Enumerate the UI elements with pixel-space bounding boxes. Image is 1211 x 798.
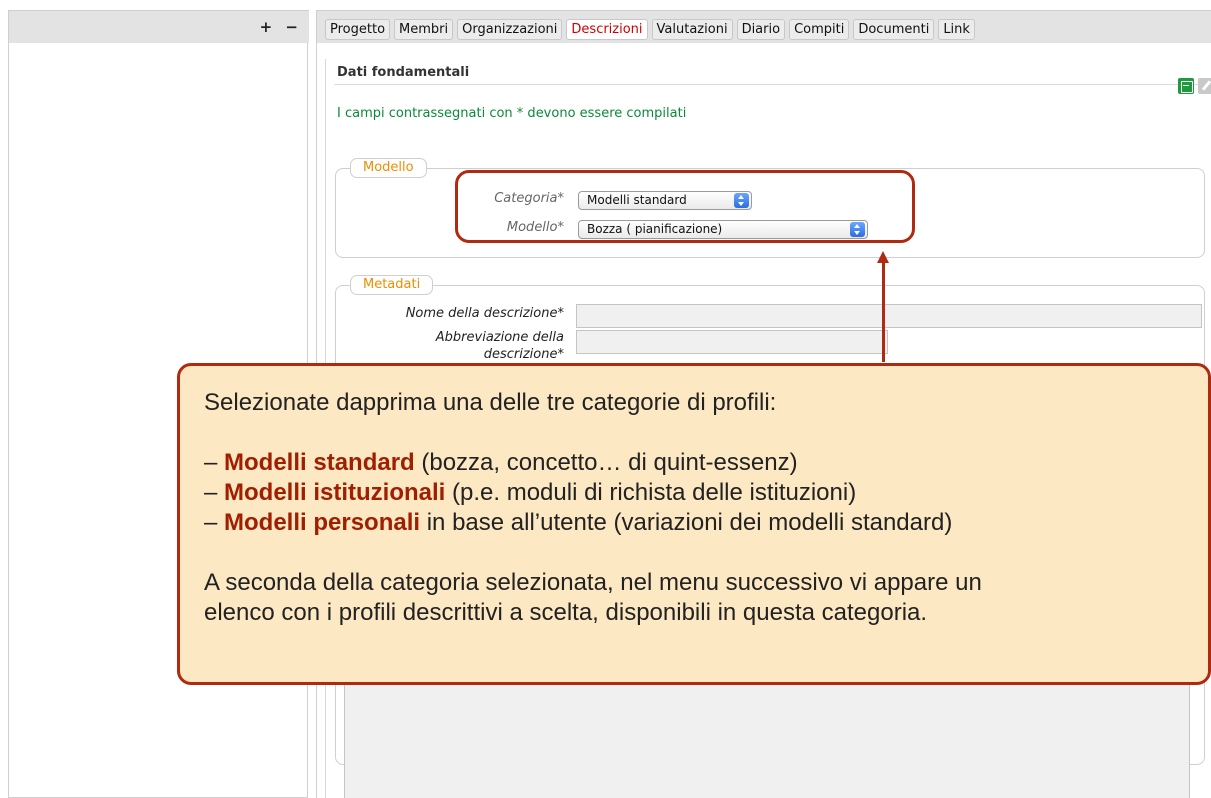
categoria-select[interactable]: Modelli standard	[578, 191, 752, 210]
metadati-legend: Metadati	[350, 275, 434, 295]
tab-organizzazioni[interactable]: Organizzazioni	[457, 19, 563, 40]
modello-select[interactable]: Bozza ( pianificazione)	[578, 220, 868, 239]
tab-diario[interactable]: Diario	[736, 19, 786, 40]
callout-item-text: (p.e. moduli di richista delle istituzio…	[445, 479, 857, 506]
expand-collapse-controls: + −	[254, 18, 299, 36]
divider	[334, 84, 1204, 85]
callout-spacer	[204, 418, 1208, 448]
callout-item-title: Modelli personali	[224, 509, 421, 536]
plus-button[interactable]: +	[260, 18, 274, 36]
tab-valutazioni[interactable]: Valutazioni	[651, 19, 733, 40]
callout-dash: –	[204, 479, 225, 506]
nome-descrizione-input[interactable]	[576, 304, 1202, 328]
callout-dash: –	[204, 449, 225, 476]
callout-outro-line-2: elenco con i profili descrittivi a scelt…	[204, 599, 928, 626]
tab-membri[interactable]: Membri	[394, 19, 454, 40]
save-icon[interactable]	[1178, 78, 1194, 94]
callout-item-title: Modelli istituzionali	[224, 479, 446, 506]
modello-select-value: Bozza ( pianificazione)	[587, 222, 723, 236]
tab-bar: Progetto Membri Organizzazioni Descrizio…	[317, 10, 1211, 43]
tab-link[interactable]: Link	[938, 19, 975, 40]
callout-intro: Selezionate dapprima una delle tre categ…	[204, 389, 777, 416]
callout-item-text: (bozza, concetto… di quint-essenz)	[414, 449, 798, 476]
required-fields-note: I campi contrassegnati con * devono esse…	[337, 106, 687, 121]
select-arrows-icon	[734, 193, 749, 208]
callout-item-istituzionali: – Modelli istituzionali (p.e. moduli di …	[204, 478, 1208, 508]
abbreviazione-label-line-2: descrizione*	[483, 347, 564, 362]
callout-spacer	[204, 538, 1208, 568]
categoria-label: Categoria*	[494, 191, 564, 206]
left-panel-header: + −	[9, 10, 309, 43]
abbreviazione-label-line-1: Abbreviazione della	[435, 330, 564, 345]
tab-progetto[interactable]: Progetto	[325, 19, 391, 40]
pencil-icon[interactable]	[1198, 78, 1211, 94]
callout-box: Selezionate dapprima una delle tre categ…	[177, 363, 1211, 685]
tab-list: Progetto Membri Organizzazioni Descrizio…	[325, 19, 975, 40]
callout-item-standard: – Modelli standard (bozza, concetto… di …	[204, 448, 1208, 478]
tab-compiti[interactable]: Compiti	[789, 19, 850, 40]
callout-item-personali: – Modelli personali in base all’utente (…	[204, 508, 1208, 538]
abbreviazione-input[interactable]	[576, 330, 888, 354]
callout-dash: –	[204, 509, 225, 536]
minus-button[interactable]: −	[285, 18, 299, 36]
callout-item-title: Modelli standard	[224, 449, 415, 476]
modello-label: Modello*	[506, 220, 564, 235]
nome-descrizione-label: Nome della descrizione*	[405, 306, 564, 321]
callout-item-text: in base all’utente (variazioni dei model…	[420, 509, 953, 536]
modello-legend: Modello	[350, 158, 427, 178]
modello-fieldset: Modello Categoria* Modelli standard Mode…	[335, 158, 1205, 258]
tab-descrizioni[interactable]: Descrizioni	[566, 19, 648, 40]
select-arrows-icon	[850, 222, 865, 237]
section-title: Dati fondamentali	[337, 65, 470, 80]
arrow-line	[882, 262, 885, 362]
callout-outro-line-1: A seconda della categoria selezionata, n…	[204, 569, 982, 596]
categoria-select-value: Modelli standard	[587, 193, 687, 207]
tab-documenti[interactable]: Documenti	[853, 19, 935, 40]
